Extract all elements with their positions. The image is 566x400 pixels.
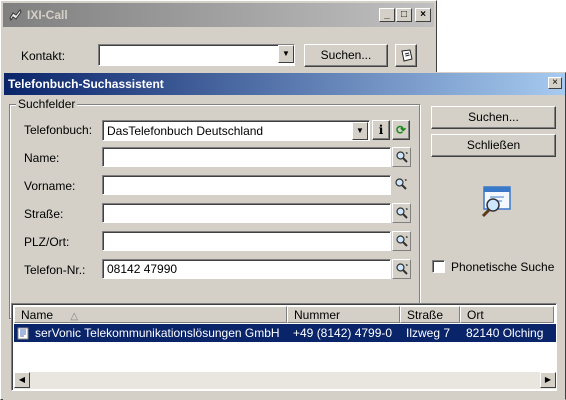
dialog-title: Telefonbuch-Suchassistent	[8, 77, 164, 91]
phonetic-search-label: Phonetische Suche	[451, 260, 555, 274]
horizontal-scrollbar[interactable]: ◀ ▶	[14, 372, 556, 389]
scroll-left-button[interactable]: ◀	[14, 372, 30, 388]
phonebook-info-button[interactable]: i	[372, 120, 390, 140]
refresh-icon: ⟳	[395, 123, 407, 137]
table-row[interactable]: serVonic Telekommunikationslösungen GmbH…	[14, 324, 556, 342]
address-book-icon	[401, 49, 413, 62]
column-header-name[interactable]: Name △	[14, 306, 287, 323]
chevron-down-icon: ▼	[356, 126, 364, 135]
column-header-city[interactable]: Ort	[460, 306, 554, 323]
arrow-left-icon: ◀	[18, 375, 26, 384]
search-button[interactable]: Suchen...	[431, 106, 556, 129]
column-header-street-label: Straße	[407, 308, 444, 322]
results-list[interactable]: Name △ Nummer Straße Ort serVonic Teleko…	[11, 303, 557, 391]
phonebook-select[interactable]: DasTelefonbuch Deutschland ▼	[102, 120, 370, 141]
magnifier-icon	[396, 263, 408, 275]
info-icon: i	[378, 123, 384, 137]
minimize-button[interactable]: _	[379, 8, 395, 22]
row-number-cell: +49 (8142) 4799-0	[293, 326, 393, 340]
firstname-search-button[interactable]	[392, 175, 411, 195]
search-fields-legend: Suchfelder	[16, 97, 78, 111]
street-input[interactable]	[102, 203, 391, 223]
phonebook-search-dialog: Telefonbuch-Suchassistent × Suchfelder T…	[3, 72, 566, 400]
maximize-button[interactable]: □	[396, 8, 412, 22]
minimize-icon: _	[384, 9, 390, 20]
close-dialog-button-label: Schließen	[466, 138, 521, 152]
zip-city-label: PLZ/Ort:	[24, 235, 70, 249]
name-search-button[interactable]	[392, 147, 411, 167]
dialog-titlebar[interactable]: Telefonbuch-Suchassistent ×	[4, 73, 565, 95]
phonebook-selected-value: DasTelefonbuch Deutschland	[107, 124, 264, 138]
firstname-label: Vorname:	[24, 179, 76, 193]
column-header-city-label: Ort	[467, 308, 484, 322]
row-street-cell: Ilzweg 7	[406, 326, 451, 340]
sort-ascending-icon: △	[70, 311, 79, 322]
firstname-input[interactable]	[102, 175, 391, 195]
phonetic-search-checkbox[interactable]	[432, 260, 445, 273]
phone-number-input[interactable]: 08142 47990	[102, 259, 391, 279]
scroll-right-button[interactable]: ▶	[540, 372, 556, 388]
search-button-label: Suchen...	[468, 110, 519, 124]
arrow-right-icon: ▶	[544, 375, 552, 384]
close-icon: ×	[420, 9, 426, 20]
contact-label: Kontakt:	[21, 49, 66, 63]
contact-search-label: Suchen...	[320, 48, 372, 62]
phonebook-refresh-button[interactable]: ⟳	[392, 120, 410, 140]
close-dialog-button[interactable]: Schließen	[431, 134, 556, 157]
column-header-number-label: Nummer	[294, 308, 341, 322]
name-label: Name:	[24, 151, 60, 165]
contact-combobox[interactable]: ▼	[98, 44, 295, 66]
contact-dropdown-button[interactable]: ▼	[278, 45, 294, 63]
street-search-button[interactable]	[392, 203, 411, 223]
ixi-call-title: IXI-Call	[27, 8, 68, 22]
close-icon: ×	[552, 77, 558, 88]
phonebook-label: Telefonbuch:	[24, 123, 93, 137]
dialog-close-button[interactable]: ×	[548, 77, 562, 89]
magnifier-icon	[396, 235, 408, 247]
phone-app-icon	[9, 9, 22, 21]
phone-number-search-button[interactable]	[392, 259, 411, 279]
magnifier-icon	[396, 151, 408, 163]
street-label: Straße:	[24, 207, 64, 221]
row-name-cell: serVonic Telekommunikationslösungen GmbH	[35, 326, 280, 340]
magnifier-icon	[396, 207, 408, 219]
column-header-name-label: Name	[21, 308, 54, 322]
ixi-call-titlebar[interactable]: IXI-Call _ □ ×	[3, 3, 434, 27]
contact-search-button[interactable]: Suchen...	[304, 44, 388, 67]
magnifier-icon	[395, 178, 407, 190]
column-header-number[interactable]: Nummer	[287, 306, 400, 323]
phone-number-label: Telefon-Nr.:	[24, 263, 86, 277]
company-icon	[17, 327, 29, 340]
column-header-street[interactable]: Straße	[400, 306, 460, 323]
row-city-cell: 82140 Olching	[466, 326, 544, 340]
zip-city-input[interactable]	[102, 231, 391, 251]
name-input[interactable]	[102, 147, 391, 167]
phonebook-dropdown-button[interactable]: ▼	[352, 122, 368, 140]
chevron-down-icon: ▼	[282, 49, 290, 58]
close-button[interactable]: ×	[415, 8, 431, 22]
search-window-icon	[481, 186, 511, 218]
maximize-icon: □	[400, 9, 408, 20]
address-book-button[interactable]	[395, 44, 417, 67]
zip-city-search-button[interactable]	[392, 231, 411, 251]
